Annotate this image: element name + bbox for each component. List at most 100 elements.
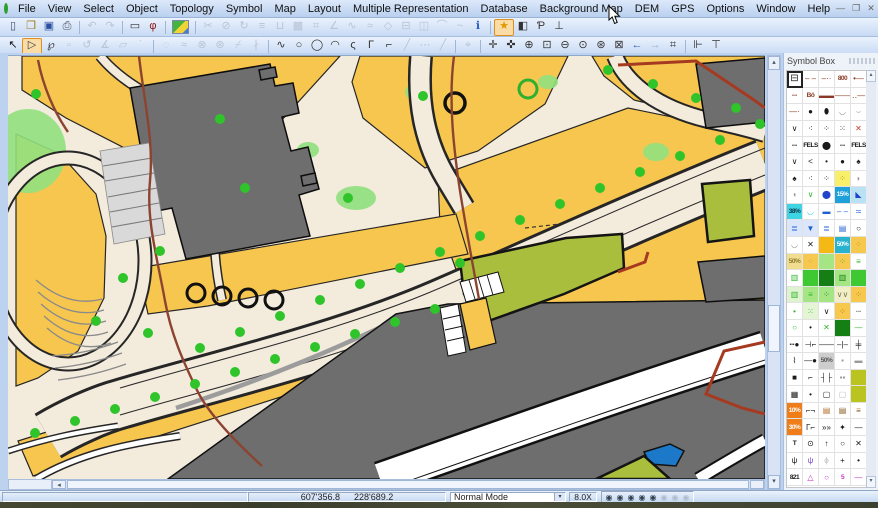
symbol-cell[interactable]: ◗ <box>851 171 867 188</box>
symbol-cell[interactable]: < <box>803 154 819 171</box>
scroll-right-icon[interactable] <box>750 480 764 489</box>
cut-hole-icon[interactable]: ⊟ <box>397 19 415 35</box>
view-eye-3[interactable]: ◉ <box>626 493 636 502</box>
symbol-cell[interactable]: ○ <box>787 320 803 337</box>
symbol-cell[interactable]: ⌐¬ <box>803 403 819 420</box>
stretch-icon[interactable]: ▱ <box>114 38 132 54</box>
symbol-cell[interactable]: ◣ <box>851 187 867 204</box>
ruler-top-icon[interactable]: ⊤ <box>707 38 725 54</box>
view-back-icon[interactable]: ← <box>628 38 646 54</box>
draw-straight-icon[interactable]: Γ <box>362 38 380 54</box>
cut-icon[interactable]: ✂ <box>199 19 217 35</box>
symbol-cell[interactable]: ≣ <box>819 220 835 237</box>
symbol-cell[interactable]: — <box>851 469 867 486</box>
draw-freehand-icon[interactable]: ς <box>344 38 362 54</box>
symbol-cell[interactable]: ⁘ <box>851 287 867 304</box>
symbol-cell[interactable]: FELS <box>851 137 867 154</box>
symbol-cell[interactable]: ○ <box>819 469 835 486</box>
symbol-cell[interactable]: 800 <box>835 71 851 88</box>
symbol-cell[interactable]: Г⌐ <box>803 419 819 436</box>
restore-button[interactable]: ❐ <box>852 3 860 14</box>
zoom-area-icon[interactable]: ⊡ <box>538 38 556 54</box>
merge-objects-icon[interactable]: ⊛ <box>211 38 229 54</box>
symbol-cell[interactable]: ◡ <box>803 204 819 221</box>
symbol-cell[interactable]: ⁘ <box>835 254 851 271</box>
cut-object-icon[interactable]: ⌿ <box>229 38 247 54</box>
find-objects-icon[interactable]: ⌖ <box>459 38 477 54</box>
print-icon[interactable]: ⎙ <box>58 19 76 35</box>
duplicate-icon[interactable]: ◫ <box>415 19 433 35</box>
mark-icon[interactable]: ˙ <box>132 38 150 54</box>
symbol-cell[interactable] <box>835 320 851 337</box>
symbol-scrollbar[interactable]: ▴ ▾ <box>866 70 876 488</box>
scroll-left-icon[interactable]: ◂ <box>52 480 66 489</box>
menu-background-map[interactable]: Background Map <box>534 3 629 15</box>
symbol-cell[interactable]: ⊣⌐ <box>803 337 819 354</box>
menu-file[interactable]: File <box>12 3 42 15</box>
symbol-cell[interactable]: ┉ <box>787 137 803 154</box>
smooth-icon[interactable]: ≈ <box>361 19 379 35</box>
map-canvas[interactable] <box>8 55 765 479</box>
symbol-cell[interactable]: ⁖ <box>803 121 819 138</box>
symbol-cell[interactable]: 50% <box>787 254 803 271</box>
move-parallel-icon[interactable]: ▫ <box>60 38 78 54</box>
symbol-cell[interactable]: •— <box>851 71 867 88</box>
symbol-status-icon[interactable]: φ <box>144 19 162 35</box>
draw-ellipse-icon[interactable]: ○ <box>290 38 308 54</box>
symbol-cell[interactable]: ∨∨ <box>835 287 851 304</box>
symbol-cell[interactable]: ▥ <box>787 287 803 304</box>
ruler-left-icon[interactable]: ⊩ <box>689 38 707 54</box>
draw-dots-icon[interactable]: ⋯ <box>416 38 434 54</box>
draw-numeric-icon[interactable]: ╱ <box>398 38 416 54</box>
rotate-icon[interactable]: ↻ <box>235 19 253 35</box>
symbol-cell[interactable]: ▤ <box>819 403 835 420</box>
symbol-cell[interactable]: ψ <box>803 453 819 470</box>
symbol-scroll-up-icon[interactable]: ▴ <box>866 70 876 82</box>
scroll-up-icon[interactable]: ▴ <box>768 56 780 70</box>
save-icon[interactable]: ▣ <box>40 19 58 35</box>
view-eye-8[interactable]: ◉ <box>681 493 691 502</box>
symbol-cell[interactable]: ⊟ <box>787 71 803 88</box>
symbol-cell[interactable]: ⁘ <box>835 303 851 320</box>
symbol-cell[interactable]: △ <box>803 469 819 486</box>
view-eye-6[interactable]: ◉ <box>659 493 669 502</box>
info-icon[interactable]: ℹ <box>469 19 487 35</box>
symbol-cell[interactable]: »» <box>819 419 835 436</box>
chevron-down-icon[interactable]: ▾ <box>554 493 565 501</box>
symbol-cell[interactable]: ✕ <box>819 320 835 337</box>
symbol-scroll-down-icon[interactable]: ▾ <box>866 476 876 488</box>
symbol-cell[interactable]: ≡ <box>803 287 819 304</box>
undo-icon[interactable]: ↶ <box>83 19 101 35</box>
symbol-cell[interactable]: FELS <box>803 137 819 154</box>
to-polyline-icon[interactable]: ⌒ <box>433 19 451 35</box>
menu-view[interactable]: View <box>42 3 78 15</box>
symbol-cell[interactable]: 10% <box>787 403 803 420</box>
draw-arc-icon[interactable]: ◠ <box>326 38 344 54</box>
symbol-cell[interactable]: ⁘ <box>803 254 819 271</box>
zoom-symbol-icon[interactable]: ⊠ <box>610 38 628 54</box>
symbol-cell[interactable]: ⁘ <box>851 237 867 254</box>
symbol-cell[interactable]: 50% <box>835 237 851 254</box>
menu-select[interactable]: Select <box>77 3 120 15</box>
favorite-symbols-icon[interactable]: ★ <box>494 19 514 36</box>
rotate-angle-icon[interactable]: ∡ <box>96 38 114 54</box>
symbol-cell[interactable]: ∨ <box>819 303 835 320</box>
menu-layout[interactable]: Layout <box>302 3 347 15</box>
symbol-cell[interactable]: ✕ <box>803 237 819 254</box>
symbol-cell[interactable]: ╪ <box>851 337 867 354</box>
symbol-cell[interactable] <box>803 270 819 287</box>
rotate-object-icon[interactable]: ↺ <box>78 38 96 54</box>
symbol-cell[interactable]: ‥— <box>851 88 867 105</box>
symbol-cell[interactable]: —— <box>835 88 851 105</box>
align-icon[interactable]: ≡ <box>253 19 271 35</box>
symbol-cell[interactable]: ┤├ <box>819 370 835 387</box>
symbol-cell[interactable]: — <box>851 419 867 436</box>
symbol-cell[interactable]: ● <box>803 104 819 121</box>
symbol-cell[interactable]: ⁘ <box>819 171 835 188</box>
fill-icon[interactable]: ▩ <box>289 19 307 35</box>
symbol-cell[interactable]: ▤ <box>835 403 851 420</box>
symbol-cell[interactable]: ▪▪ <box>835 370 851 387</box>
symbol-cell[interactable]: ▬▬ <box>819 88 835 105</box>
menu-dem[interactable]: DEM <box>629 3 665 15</box>
select-object-icon[interactable]: ↖ <box>4 38 22 54</box>
